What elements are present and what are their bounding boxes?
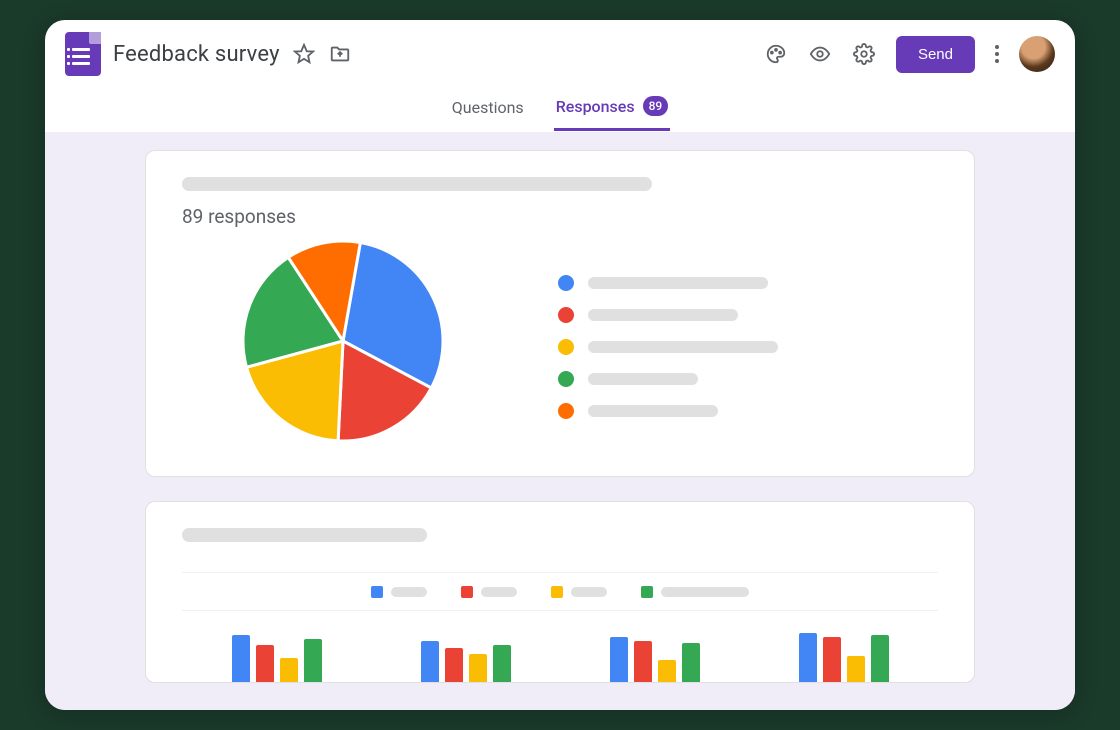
bar-red — [256, 645, 274, 682]
legend-dot-orange — [558, 403, 574, 419]
legend-label-placeholder — [588, 373, 698, 385]
page-body: 89 responses — [45, 132, 1075, 710]
bar-group — [610, 637, 700, 682]
bar-red — [823, 637, 841, 682]
bar-blue — [799, 633, 817, 682]
bar-legend-item-green — [641, 586, 749, 598]
bar-chart — [182, 572, 938, 682]
move-to-folder-icon[interactable] — [328, 42, 352, 66]
bar-legend-item-red — [461, 586, 517, 598]
legend-item-yellow — [558, 339, 778, 355]
bar-red — [445, 648, 463, 682]
tab-responses[interactable]: Responses 89 — [554, 86, 671, 131]
legend-dot-yellow — [558, 339, 574, 355]
question-title-placeholder — [182, 177, 652, 191]
more-menu-icon[interactable] — [995, 45, 999, 63]
legend-item-red — [558, 307, 778, 323]
eye-icon[interactable] — [808, 42, 832, 66]
legend-label-placeholder — [571, 587, 607, 597]
account-avatar[interactable] — [1019, 36, 1055, 72]
palette-icon[interactable] — [764, 42, 788, 66]
tabs: Questions Responses 89 — [45, 80, 1075, 132]
legend-dot-green — [558, 371, 574, 387]
question-title-placeholder — [182, 528, 427, 542]
legend-label-placeholder — [391, 587, 427, 597]
bar-group — [421, 641, 511, 682]
bar-group — [232, 635, 322, 682]
bar-green — [304, 639, 322, 682]
legend-dot-blue — [558, 275, 574, 291]
forms-doc-icon[interactable] — [65, 32, 101, 76]
bar-blue — [610, 637, 628, 682]
bar-blue — [232, 635, 250, 682]
legend-label-placeholder — [661, 587, 749, 597]
header-actions: Send — [764, 36, 1055, 73]
legend-dot-red — [558, 307, 574, 323]
star-icon[interactable] — [292, 42, 316, 66]
legend-item-orange — [558, 403, 778, 419]
bar-yellow — [658, 660, 676, 682]
legend-swatch-yellow — [551, 586, 563, 598]
legend-swatch-green — [641, 586, 653, 598]
bar-yellow — [469, 654, 487, 682]
tab-questions[interactable]: Questions — [450, 86, 526, 131]
send-button[interactable]: Send — [896, 36, 975, 73]
form-title[interactable]: Feedback survey — [113, 42, 280, 67]
legend-item-blue — [558, 275, 778, 291]
legend-label-placeholder — [588, 277, 768, 289]
header: Feedback survey Send — [45, 20, 1075, 80]
legend-swatch-red — [461, 586, 473, 598]
bar-legend-item-yellow — [551, 586, 607, 598]
bar-group — [799, 633, 889, 682]
responses-count-badge: 89 — [643, 96, 669, 116]
legend-swatch-blue — [371, 586, 383, 598]
bar-blue — [421, 641, 439, 682]
bar-yellow — [280, 658, 298, 682]
tab-responses-label: Responses — [556, 97, 635, 116]
bar-legend-item-blue — [371, 586, 427, 598]
bar-legend — [182, 586, 938, 598]
app-window: Feedback survey Send Questions — [45, 20, 1075, 710]
legend-label-placeholder — [588, 309, 738, 321]
bar-yellow — [847, 656, 865, 682]
bar-green — [682, 643, 700, 682]
response-pie-card: 89 responses — [145, 150, 975, 477]
legend-item-green — [558, 371, 778, 387]
pie-chart — [238, 236, 448, 446]
bar-green — [493, 645, 511, 682]
response-bar-card — [145, 501, 975, 683]
gear-icon[interactable] — [852, 42, 876, 66]
legend-label-placeholder — [588, 341, 778, 353]
bar-green — [871, 635, 889, 682]
legend-label-placeholder — [588, 405, 718, 417]
pie-legend — [558, 267, 778, 419]
legend-label-placeholder — [481, 587, 517, 597]
responses-count-text: 89 responses — [182, 205, 938, 228]
tab-questions-label: Questions — [452, 98, 524, 117]
bar-red — [634, 641, 652, 682]
